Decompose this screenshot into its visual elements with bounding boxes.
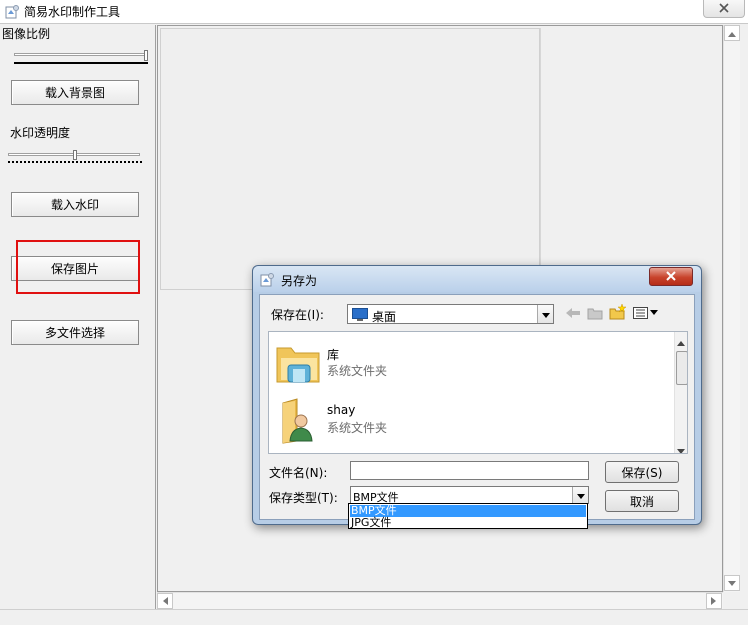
scroll-right-button[interactable] (706, 593, 722, 609)
arrow-left-icon (162, 594, 168, 608)
list-item-name: shay (327, 403, 356, 417)
watermark-opacity-slider[interactable] (8, 150, 142, 166)
list-scroll-down[interactable] (677, 444, 685, 453)
filetype-dropdown-list[interactable]: BMP文件 JPG文件 (348, 503, 588, 529)
list-scroll-up[interactable] (677, 335, 685, 349)
dialog-title-bar: 另存为 (253, 266, 701, 292)
back-button[interactable] (564, 305, 582, 323)
image-ratio-label: 图像比例 (2, 27, 51, 41)
dialog-close-button[interactable] (649, 267, 693, 286)
app-icon (4, 4, 20, 20)
close-icon (718, 2, 730, 16)
save-in-dropdown-arrow[interactable] (537, 305, 553, 323)
multi-file-select-button[interactable]: 多文件选择 (11, 320, 139, 345)
watermark-opacity-slider-thumb[interactable] (73, 150, 77, 160)
arrow-up-icon (728, 26, 736, 40)
list-item-type: 系统文件夹 (327, 364, 388, 378)
watermark-opacity-label: 水印透明度 (10, 126, 71, 140)
arrow-down-icon (728, 576, 736, 590)
filename-label: 文件名(N): (269, 466, 328, 480)
canvas-divider (540, 28, 541, 290)
file-list-scrollbar[interactable] (674, 332, 687, 453)
scrollbar-corner (723, 592, 740, 609)
list-item[interactable]: 库 系统文件夹 (273, 336, 653, 390)
image-ratio-slider[interactable] (14, 50, 148, 66)
save-button[interactable]: 保存(S) (605, 461, 679, 483)
dialog-title: 另存为 (281, 274, 318, 288)
save-in-label: 保存在(I): (271, 308, 324, 322)
user-folder-icon (277, 397, 321, 448)
list-item-type: 系统文件夹 (327, 421, 388, 435)
up-folder-icon (587, 306, 603, 323)
new-folder-icon (609, 302, 627, 323)
save-as-dialog: 另存为 保存在(I): 桌面 库 系统文件夹 shay 系统文件夹 文件名(N)… (252, 265, 702, 525)
vertical-scrollbar[interactable] (723, 25, 740, 592)
status-strip (0, 609, 748, 625)
highlight-box (16, 240, 140, 294)
desktop-icon (352, 308, 368, 324)
dialog-app-icon (259, 272, 275, 288)
list-scroll-thumb[interactable] (676, 351, 687, 385)
save-in-value: 桌面 (372, 310, 397, 324)
window-title: 简易水印制作工具 (24, 5, 121, 19)
filetype-combobox[interactable]: BMP文件 (350, 486, 589, 504)
library-folder-icon (275, 340, 323, 389)
arrow-right-icon (711, 594, 717, 608)
scroll-left-button[interactable] (157, 593, 173, 609)
title-bar: 简易水印制作工具 (0, 0, 748, 24)
up-folder-button[interactable] (586, 305, 604, 323)
view-menu-button[interactable] (632, 305, 660, 323)
load-background-button[interactable]: 载入背景图 (11, 80, 139, 105)
horizontal-scrollbar[interactable] (157, 592, 723, 609)
filetype-dropdown-arrow[interactable] (572, 487, 588, 503)
background-image-area (160, 28, 540, 290)
scroll-down-button[interactable] (724, 575, 740, 591)
scroll-up-button[interactable] (724, 25, 740, 41)
load-watermark-button[interactable]: 载入水印 (11, 192, 139, 217)
view-list-icon (633, 306, 659, 322)
list-item[interactable]: shay 系统文件夹 (273, 393, 653, 447)
close-icon (665, 270, 677, 284)
cancel-button[interactable]: 取消 (605, 490, 679, 512)
new-folder-button[interactable] (609, 302, 627, 323)
filetype-option-jpg[interactable]: JPG文件 (350, 517, 586, 529)
window-close-button[interactable] (703, 0, 745, 18)
dialog-body: 保存在(I): 桌面 库 系统文件夹 shay 系统文件夹 文件名(N): 保存… (259, 294, 695, 520)
filename-input[interactable] (350, 461, 589, 480)
save-in-combobox[interactable]: 桌面 (347, 304, 554, 324)
list-item-name: 库 (327, 348, 340, 362)
image-ratio-slider-thumb[interactable] (144, 50, 148, 61)
back-arrow-icon (566, 307, 580, 321)
chevron-down-icon (541, 307, 550, 321)
chevron-down-icon (576, 488, 585, 502)
filetype-label: 保存类型(T): (269, 491, 338, 505)
file-list[interactable]: 库 系统文件夹 shay 系统文件夹 (268, 331, 688, 454)
